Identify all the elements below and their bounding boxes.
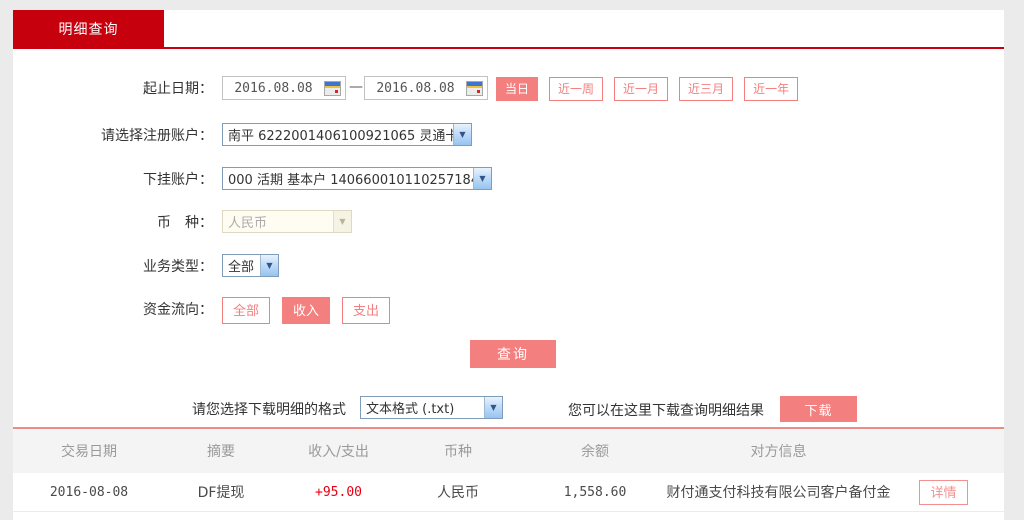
header-trade-date: 交易日期 xyxy=(13,429,165,473)
calendar-icon[interactable] xyxy=(324,81,341,96)
chevron-down-icon: ▼ xyxy=(333,211,351,232)
detail-button[interactable]: 详情 xyxy=(919,480,967,505)
calendar-icon[interactable] xyxy=(466,81,483,96)
header-balance: 余额 xyxy=(516,429,674,473)
cell-currency: 人民币 xyxy=(400,473,516,511)
end-date-value: 2016.08.08 xyxy=(365,81,466,96)
header-currency: 币种 xyxy=(400,429,516,473)
chevron-down-icon: ▼ xyxy=(260,255,278,276)
start-date-input[interactable]: 2016.08.08 xyxy=(222,76,346,100)
fund-flow-label: 资金流向： xyxy=(53,300,213,320)
currency-label: 币 种： xyxy=(53,213,213,233)
fund-flow-group: 全部 收入 支出 xyxy=(222,297,390,324)
business-type-select[interactable]: 全部 ▼ xyxy=(222,254,279,277)
download-button[interactable]: 下载 xyxy=(780,396,857,422)
sub-account-value: 000 活期 基本户 1406600101102571848 xyxy=(223,169,473,188)
quick-range-today-button[interactable]: 当日 xyxy=(496,77,538,101)
header-summary: 摘要 xyxy=(165,429,277,473)
quick-range-week-button[interactable]: 近一周 xyxy=(549,77,603,101)
date-range-label: 起止日期： xyxy=(53,79,213,99)
fund-flow-all-button[interactable]: 全部 xyxy=(222,297,270,324)
chevron-down-icon: ▼ xyxy=(484,397,502,418)
quick-range-3months-button[interactable]: 近三月 xyxy=(679,77,733,101)
table-row: 2016-08-08 DF提现 +95.00 人民币 1,558.60 财付通支… xyxy=(13,473,1004,512)
business-type-label: 业务类型： xyxy=(53,257,213,277)
tab-detail-query[interactable]: 明细查询 xyxy=(13,10,164,47)
cell-counterparty: 财付通支付科技有限公司客户备付金 xyxy=(674,473,883,511)
header-actions xyxy=(883,429,1004,473)
end-date-input[interactable]: 2016.08.08 xyxy=(364,76,488,100)
date-separator: — xyxy=(349,79,363,95)
currency-value: 人民币 xyxy=(223,212,333,231)
quick-range-month-button[interactable]: 近一月 xyxy=(614,77,668,101)
business-type-value: 全部 xyxy=(223,256,260,275)
chevron-down-icon: ▼ xyxy=(473,168,491,189)
fund-flow-income-button[interactable]: 收入 xyxy=(282,297,330,324)
cell-summary: DF提现 xyxy=(165,473,277,511)
chevron-down-icon: ▼ xyxy=(453,124,471,145)
cell-trade-date: 2016-08-08 xyxy=(13,473,165,511)
quick-range-year-button[interactable]: 近一年 xyxy=(744,77,798,101)
register-account-select[interactable]: 南平 6222001406100921065 灵通卡 ▼ xyxy=(222,123,472,146)
download-hint: 您可以在这里下载查询明细结果 xyxy=(568,400,764,420)
download-format-select[interactable]: 文本格式 (.txt) ▼ xyxy=(360,396,503,419)
header-counterparty: 对方信息 xyxy=(674,429,883,473)
download-format-label: 请您选择下载明细的格式 xyxy=(192,399,346,419)
currency-select-disabled: 人民币 ▼ xyxy=(222,210,352,233)
table-header-row: 交易日期 摘要 收入/支出 币种 余额 对方信息 xyxy=(13,429,1004,473)
cell-amount: +95.00 xyxy=(277,473,400,511)
download-format-value: 文本格式 (.txt) xyxy=(361,398,484,417)
query-button[interactable]: 查询 xyxy=(470,340,556,368)
sub-account-label: 下挂账户： xyxy=(53,170,213,190)
quick-range-group: 当日 近一周 近一月 近三月 近一年 xyxy=(496,77,798,101)
register-account-label: 请选择注册账户： xyxy=(53,126,213,146)
register-account-value: 南平 6222001406100921065 灵通卡 xyxy=(223,125,453,144)
cell-balance: 1,558.60 xyxy=(516,473,674,511)
fund-flow-expense-button[interactable]: 支出 xyxy=(342,297,390,324)
detail-query-page: 明细查询 起止日期： 2016.08.08 — 2016.08.08 当日 近一… xyxy=(0,0,1024,520)
sub-account-select[interactable]: 000 活期 基本户 1406600101102571848 ▼ xyxy=(222,167,492,190)
header-income-expense: 收入/支出 xyxy=(277,429,400,473)
start-date-value: 2016.08.08 xyxy=(223,81,324,96)
